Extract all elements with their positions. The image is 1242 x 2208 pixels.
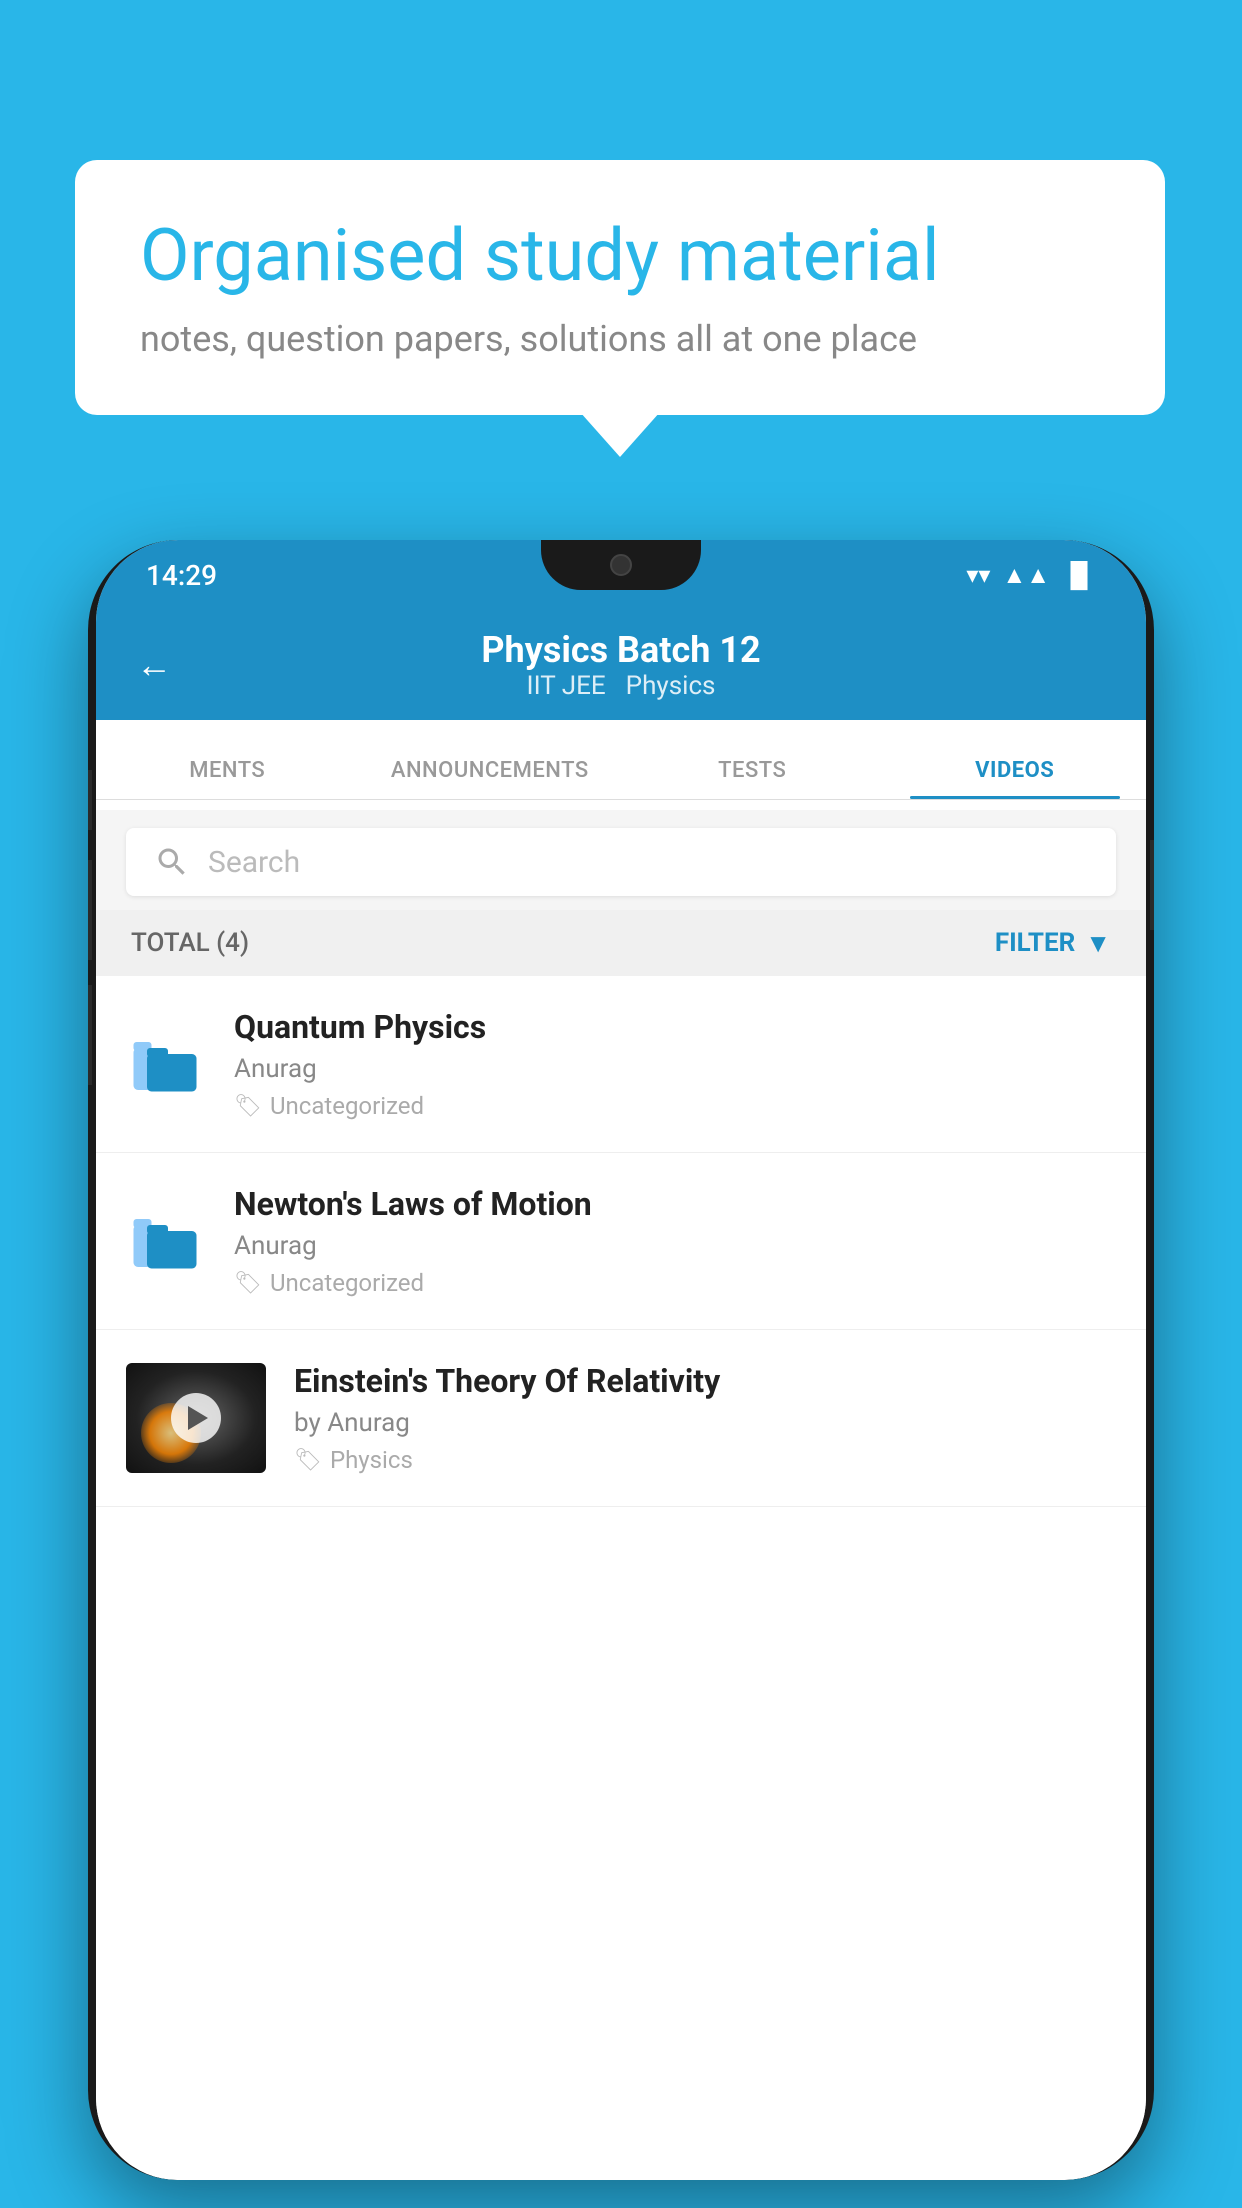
search-container: Search bbox=[96, 810, 1146, 914]
folder-icon bbox=[129, 1027, 204, 1102]
tab-tests[interactable]: TESTS bbox=[621, 758, 884, 799]
tag-icon: 🏷 bbox=[234, 1094, 262, 1119]
filter-icon: ▼ bbox=[1085, 928, 1111, 959]
folder-icon bbox=[129, 1204, 204, 1279]
status-icons: ▾▾ ▲▲ ▐▌ bbox=[966, 561, 1096, 590]
camera-dot bbox=[610, 554, 632, 576]
volume-up-button bbox=[88, 860, 92, 960]
video-tag: 🏷 Uncategorized bbox=[234, 1269, 1116, 1297]
play-triangle-icon bbox=[188, 1406, 208, 1430]
signal-icon: ▲▲ bbox=[1002, 561, 1050, 590]
status-time: 14:29 bbox=[146, 559, 217, 592]
video-title: Einstein's Theory Of Relativity bbox=[294, 1362, 1116, 1400]
folder-icon-wrap bbox=[126, 1024, 206, 1104]
folder-icon-wrap bbox=[126, 1201, 206, 1281]
search-icon bbox=[154, 844, 190, 880]
video-title: Newton's Laws of Motion bbox=[234, 1185, 1116, 1223]
header-subtitle: IIT JEE Physics bbox=[527, 671, 716, 701]
list-item[interactable]: Quantum Physics Anurag 🏷 Uncategorized bbox=[96, 976, 1146, 1153]
video-tag: 🏷 Physics bbox=[294, 1446, 1116, 1474]
header-title: Physics Batch 12 bbox=[481, 629, 760, 671]
subtitle-physics: Physics bbox=[626, 671, 716, 701]
app-header: ← Physics Batch 12 IIT JEE Physics bbox=[96, 610, 1146, 720]
phone-notch bbox=[541, 540, 701, 590]
video-thumbnail bbox=[126, 1363, 266, 1473]
speech-bubble-heading: Organised study material bbox=[140, 215, 1100, 298]
tab-videos[interactable]: VIDEOS bbox=[884, 758, 1147, 799]
filter-button[interactable]: FILTER ▼ bbox=[995, 928, 1111, 959]
tag-icon: 🏷 bbox=[234, 1271, 262, 1296]
mute-button bbox=[88, 770, 92, 830]
volume-down-button bbox=[88, 985, 92, 1085]
video-info: Quantum Physics Anurag 🏷 Uncategorized bbox=[234, 1008, 1116, 1120]
battery-icon: ▐▌ bbox=[1062, 561, 1096, 590]
list-item[interactable]: Einstein's Theory Of Relativity by Anura… bbox=[96, 1330, 1146, 1507]
video-title: Quantum Physics bbox=[234, 1008, 1116, 1046]
total-count: TOTAL (4) bbox=[131, 928, 249, 958]
play-button[interactable] bbox=[171, 1393, 221, 1443]
video-author: by Anurag bbox=[294, 1408, 1116, 1438]
video-tag: 🏷 Uncategorized bbox=[234, 1092, 1116, 1120]
filter-bar: TOTAL (4) FILTER ▼ bbox=[96, 910, 1146, 976]
speech-bubble-container: Organised study material notes, question… bbox=[75, 160, 1165, 415]
tab-ments[interactable]: MENTS bbox=[96, 758, 359, 799]
filter-label: FILTER bbox=[995, 928, 1075, 958]
video-author: Anurag bbox=[234, 1231, 1116, 1261]
speech-bubble-subtext: notes, question papers, solutions all at… bbox=[140, 318, 1100, 360]
tag-label: Physics bbox=[330, 1446, 413, 1474]
tabs-bar: MENTS ANNOUNCEMENTS TESTS VIDEOS bbox=[96, 720, 1146, 800]
phone-frame: 14:29 ▾▾ ▲▲ ▐▌ ← Physics Batch 12 IIT JE… bbox=[88, 540, 1154, 2180]
phone-screen: 14:29 ▾▾ ▲▲ ▐▌ ← Physics Batch 12 IIT JE… bbox=[96, 540, 1146, 2180]
back-button[interactable]: ← bbox=[136, 644, 172, 686]
tag-label: Uncategorized bbox=[270, 1092, 424, 1120]
speech-bubble: Organised study material notes, question… bbox=[75, 160, 1165, 415]
power-button bbox=[1150, 840, 1154, 930]
tag-icon: 🏷 bbox=[294, 1448, 322, 1473]
video-info: Newton's Laws of Motion Anurag 🏷 Uncateg… bbox=[234, 1185, 1116, 1297]
subtitle-iitjee: IIT JEE bbox=[527, 671, 606, 701]
list-item[interactable]: Newton's Laws of Motion Anurag 🏷 Uncateg… bbox=[96, 1153, 1146, 1330]
video-info: Einstein's Theory Of Relativity by Anura… bbox=[294, 1362, 1116, 1474]
search-input-wrap[interactable]: Search bbox=[126, 828, 1116, 896]
wifi-icon: ▾▾ bbox=[966, 561, 990, 589]
video-author: Anurag bbox=[234, 1054, 1116, 1084]
search-placeholder: Search bbox=[208, 845, 300, 880]
tag-label: Uncategorized bbox=[270, 1269, 424, 1297]
tab-announcements[interactable]: ANNOUNCEMENTS bbox=[359, 758, 622, 799]
video-list: Quantum Physics Anurag 🏷 Uncategorized bbox=[96, 976, 1146, 2180]
